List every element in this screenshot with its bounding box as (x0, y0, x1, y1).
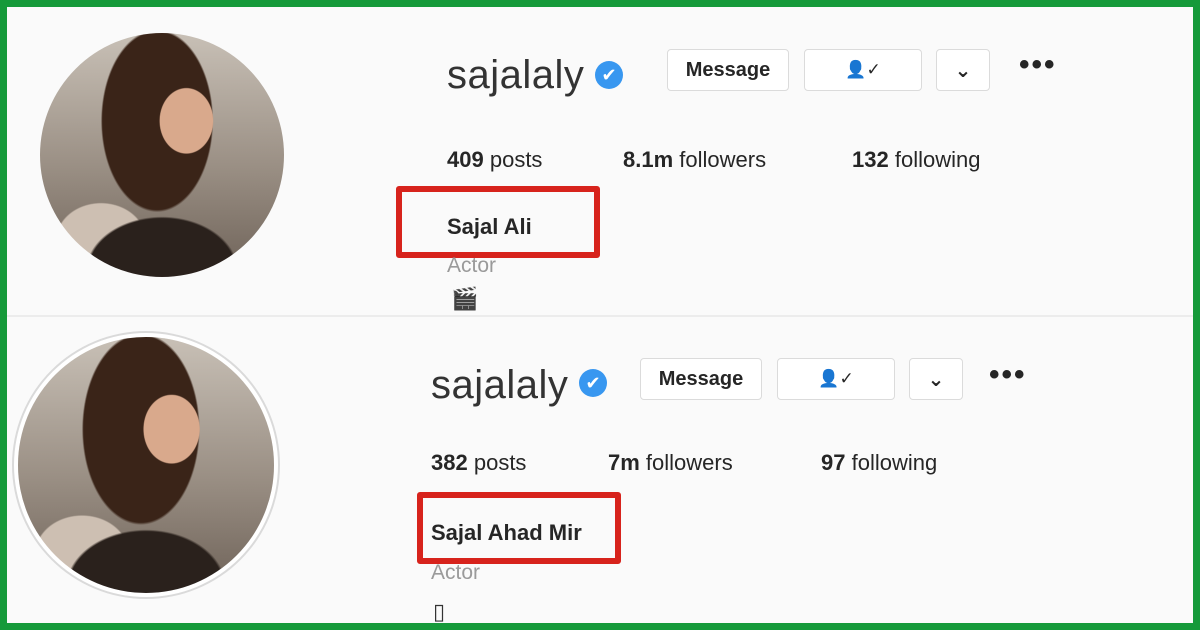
clapperboard-icon: 🎬 (451, 286, 479, 311)
profile-header-old: sajalaly ✔ Message 👤✓ ⌄ ••• 409 posts 8.… (7, 7, 1193, 317)
profile-bio: Actor (447, 254, 497, 277)
profile-full-name: Sajal Ahad Mir (431, 520, 582, 545)
chevron-down-icon: ⌄ (927, 368, 945, 391)
more-options-icon[interactable]: ••• (989, 360, 1027, 390)
person-check-icon: 👤✓ (818, 369, 854, 388)
chevron-down-icon: ⌄ (954, 59, 972, 82)
profile-header-new: sajalaly ✔ Message 👤✓ ⌄ ••• 382 posts 7m… (7, 317, 1193, 623)
username: sajalaly (431, 363, 569, 407)
profile-full-name: Sajal Ali (447, 214, 532, 239)
followers-count[interactable]: 7m followers (608, 450, 733, 476)
suggestions-dropdown-button[interactable]: ⌄ (909, 358, 963, 400)
profile-bio: Actor (431, 561, 481, 584)
following-button[interactable]: 👤✓ (804, 49, 922, 91)
bio-emoji-icon: ▯ (433, 599, 446, 623)
verified-badge-icon: ✔ (595, 61, 623, 89)
profile-avatar[interactable] (40, 33, 284, 277)
message-button[interactable]: Message (640, 358, 762, 400)
posts-count: 409 posts (447, 147, 543, 172)
followers-count[interactable]: 8.1m followers (623, 147, 766, 173)
suggestions-dropdown-button[interactable]: ⌄ (936, 49, 990, 91)
posts-count: 382 posts (431, 450, 527, 475)
following-count[interactable]: 132 following (852, 147, 980, 173)
following-count[interactable]: 97 following (821, 450, 937, 476)
person-check-icon: 👤✓ (845, 60, 881, 79)
following-button[interactable]: 👤✓ (777, 358, 895, 400)
message-button[interactable]: Message (667, 49, 789, 91)
username: sajalaly (447, 53, 585, 97)
profile-avatar[interactable] (18, 337, 274, 593)
more-options-icon[interactable]: ••• (1019, 50, 1057, 80)
verified-badge-icon: ✔ (579, 369, 607, 397)
